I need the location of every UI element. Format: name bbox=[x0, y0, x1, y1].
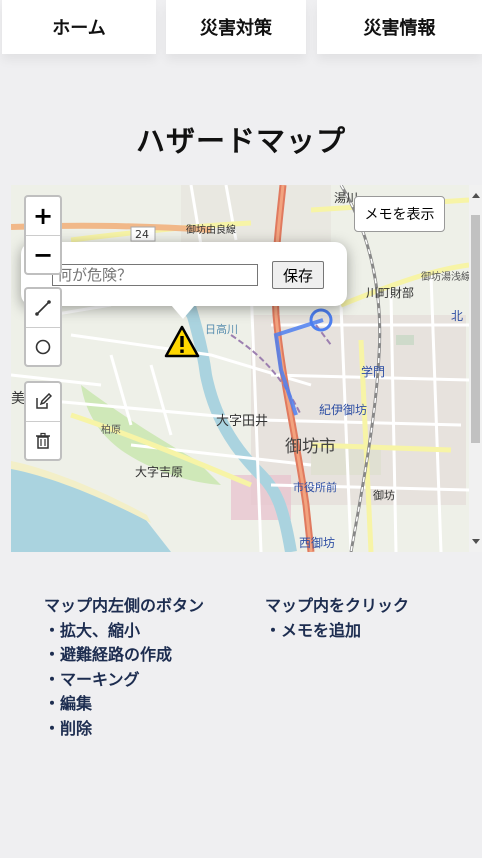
memo-popup: 保存 bbox=[21, 242, 347, 306]
station-label: 紀伊御坊 bbox=[319, 402, 367, 417]
help-item: ・拡大、縮小 bbox=[44, 620, 141, 640]
city-label: 御坊市 bbox=[285, 437, 336, 457]
road-label: 御坊湯浅線 bbox=[421, 270, 469, 283]
place-label: 大字吉原 bbox=[135, 464, 183, 479]
help-item: ・マーキング bbox=[44, 669, 140, 689]
map-tiles[interactable]: 24 御坊由良線 湯川 川町財部 御坊湯浅線 学門 紀伊御坊 大字田井 御坊市 … bbox=[11, 185, 469, 552]
station-label: 学門 bbox=[361, 364, 385, 379]
place-label: 美 bbox=[11, 391, 25, 407]
zoom-out-button[interactable]: − bbox=[26, 236, 60, 274]
scroll-up-icon[interactable] bbox=[472, 193, 480, 198]
nav-disaster-measures[interactable]: 災害対策 bbox=[166, 0, 306, 54]
popup-tip bbox=[171, 305, 195, 319]
hazard-map[interactable]: 24 御坊由良線 湯川 川町財部 御坊湯浅線 学門 紀伊御坊 大字田井 御坊市 … bbox=[11, 185, 482, 552]
scroll-thumb[interactable] bbox=[471, 215, 480, 443]
place-label: 北 bbox=[451, 309, 463, 323]
station-label: 市役所前 bbox=[293, 480, 337, 494]
edit-icon[interactable] bbox=[26, 383, 60, 421]
nav-disaster-info[interactable]: 災害情報 bbox=[317, 0, 482, 54]
draw-toolbar bbox=[24, 287, 62, 367]
scroll-down-icon[interactable] bbox=[472, 539, 480, 544]
danger-memo-input[interactable] bbox=[52, 264, 258, 286]
place-label: 川町財部 bbox=[366, 285, 414, 300]
route-24-label: 24 bbox=[135, 228, 149, 241]
help-left-heading: マップ内左側のボタン bbox=[44, 596, 205, 615]
place-label: 大字田井 bbox=[216, 414, 268, 429]
zoom-in-button[interactable]: + bbox=[26, 197, 60, 235]
help-right-heading: マップ内をクリック bbox=[265, 596, 410, 615]
help-right-column: マップ内をクリック ・メモを追加 bbox=[265, 594, 409, 643]
help-item: ・編集 bbox=[44, 694, 93, 713]
trash-icon[interactable] bbox=[26, 422, 60, 460]
road-label: 御坊由良線 bbox=[186, 223, 236, 236]
help-item: ・避難経路の作成 bbox=[44, 645, 173, 664]
polyline-icon[interactable] bbox=[26, 289, 60, 327]
circle-icon[interactable] bbox=[26, 328, 60, 366]
nav-home[interactable]: ホーム bbox=[2, 0, 156, 54]
station-label: 西御坊 bbox=[299, 535, 335, 550]
warning-icon[interactable] bbox=[164, 325, 200, 363]
river-label: 日高川 bbox=[205, 322, 238, 336]
top-nav: ホーム 災害対策 災害情報 bbox=[0, 0, 482, 56]
help-item: ・メモを追加 bbox=[265, 620, 362, 640]
road-label: 柏原 bbox=[101, 423, 121, 436]
help-left-column: マップ内左側のボタン ・拡大、縮小 ・避難経路の作成 ・マーキング ・編集 ・削… bbox=[44, 594, 204, 741]
edit-toolbar bbox=[24, 381, 62, 461]
page-title: ハザードマップ bbox=[135, 124, 346, 158]
station-label: 御坊 bbox=[373, 488, 395, 502]
map-scrollbar[interactable] bbox=[469, 185, 482, 552]
show-memo-button[interactable]: メモを表示 bbox=[354, 196, 445, 232]
help-item: ・削除 bbox=[44, 718, 93, 738]
save-button[interactable]: 保存 bbox=[272, 261, 324, 289]
zoom-control: + − bbox=[24, 195, 62, 275]
